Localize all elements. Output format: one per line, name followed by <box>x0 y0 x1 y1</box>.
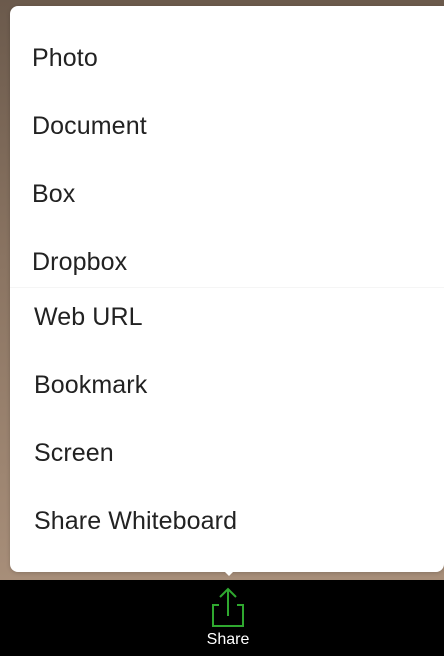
share-menu-item-share-whiteboard[interactable]: Share Whiteboard <box>34 497 237 545</box>
menu-divider <box>10 287 444 288</box>
share-upload-icon <box>212 587 244 627</box>
share-menu-item-bookmark[interactable]: Bookmark <box>34 361 147 409</box>
share-button-label: Share <box>206 631 250 648</box>
share-button[interactable]: Share <box>190 580 266 656</box>
share-menu-item-dropbox[interactable]: Dropbox <box>32 238 127 286</box>
share-menu-item-box[interactable]: Box <box>32 170 75 218</box>
share-menu-item-web-url[interactable]: Web URL <box>34 293 143 341</box>
meeting-toolbar: Share <box>0 580 444 656</box>
menu-pointer-arrow <box>219 566 239 576</box>
share-menu-item-screen[interactable]: Screen <box>34 429 114 477</box>
share-menu-item-photo[interactable]: Photo <box>32 34 98 82</box>
share-menu-popup: Photo Document Box Dropbox Web URL Bookm… <box>10 6 444 572</box>
share-menu-item-document[interactable]: Document <box>32 102 147 150</box>
